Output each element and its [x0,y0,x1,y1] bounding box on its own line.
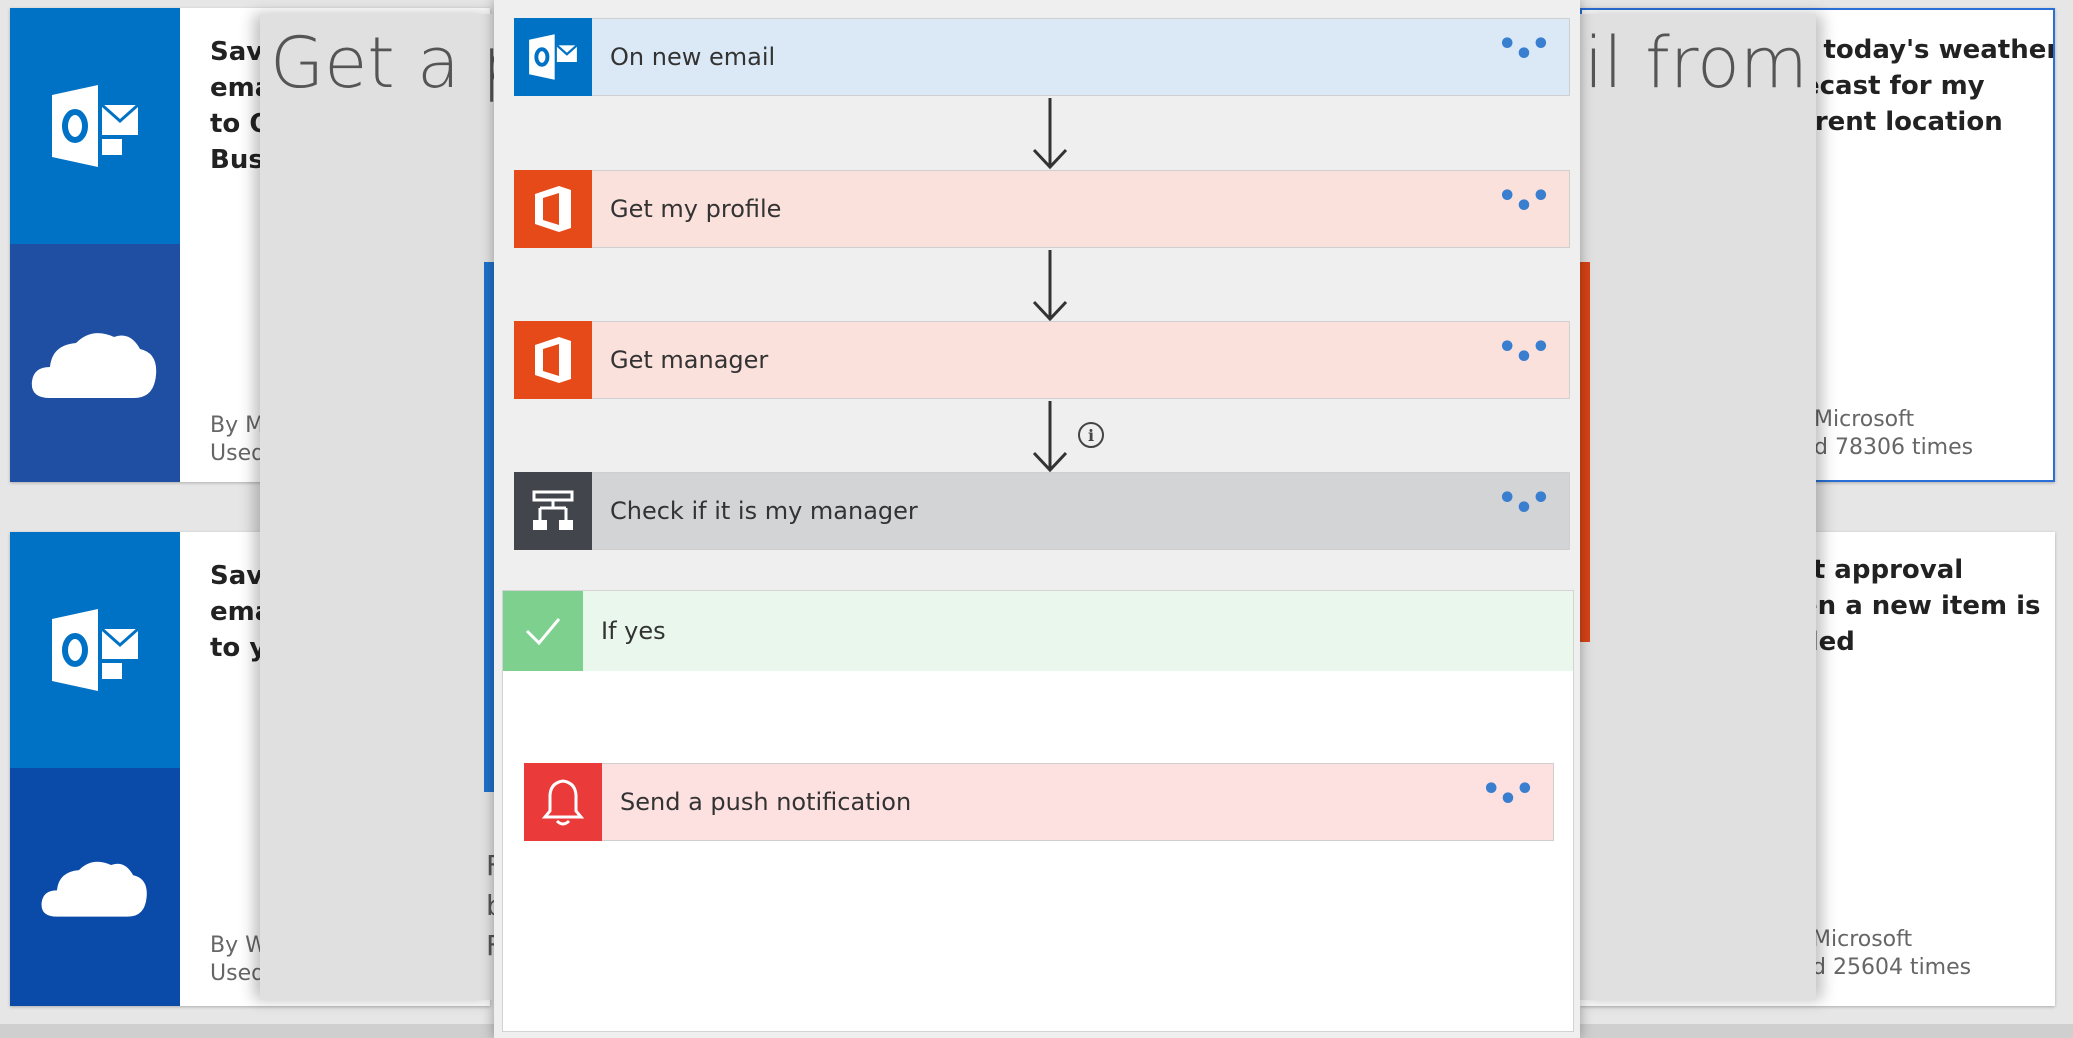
branch-header[interactable]: If yes [503,591,1573,671]
color-strip-orange [1580,262,1590,642]
card-author: By M [210,413,265,438]
onedrive-icon [31,333,157,398]
flow-step-send-push-notification[interactable]: Send a push notification • • • [524,762,1554,841]
onedrive-tile [10,244,180,482]
arrow-down-icon [1032,401,1068,473]
flow-step-on-new-email[interactable]: On new email • • • [514,17,1570,96]
office-icon [514,320,592,399]
color-strip-blue [484,262,494,792]
flow-step-get-manager[interactable]: Get manager • • • [514,320,1570,399]
office-icon [514,169,592,248]
outlook-tile [10,532,180,768]
card-usage: Used [210,961,266,986]
onedrive-tile [10,768,180,1006]
template-dialog-right [1580,14,1816,1000]
step-label: Send a push notification [620,788,912,816]
condition-branch-yes: If yes Send a push notification • • • [502,590,1574,1032]
flow-step-get-my-profile[interactable]: Get my profile • • • [514,169,1570,248]
more-options-button[interactable]: • • • [1495,182,1555,226]
more-options-button[interactable]: • • • [1495,333,1555,377]
card-author: By W [210,933,267,958]
card-title: t today's weather ecast for my rrent loc… [1802,35,2055,137]
card-author: Microsoft [1812,927,1913,952]
card-usage: Used [210,441,266,466]
outlook-icon [52,609,139,691]
condition-icon [514,471,592,550]
bell-icon [524,762,602,841]
card-title: rt approval en a new item is ded [1800,555,2041,657]
check-icon [503,591,583,671]
more-options-button[interactable]: • • • [1479,775,1539,819]
card-author: Microsoft [1814,407,1915,432]
outlook-icon [52,85,139,167]
step-label: Get my profile [610,195,782,223]
onedrive-icon [41,861,147,917]
card-usage: d 78306 times [1814,435,1974,460]
card-usage: d 25604 times [1812,955,1972,980]
outlook-icon [514,17,592,96]
info-icon[interactable]: i [1078,422,1104,448]
branch-label: If yes [601,617,666,645]
step-label: On new email [610,43,776,71]
step-label: Get manager [610,346,769,374]
arrow-down-icon [1032,250,1068,322]
flow-step-check-manager[interactable]: Check if it is my manager • • • [514,471,1570,550]
flow-preview-panel: On new email • • • Get my profile • • • … [494,0,1580,1038]
arrow-down-icon [1032,98,1068,170]
dialog-heading-right: ail from [1580,22,1808,104]
outlook-tile [10,8,180,244]
more-options-button[interactable]: • • • [1495,30,1555,74]
step-label: Check if it is my manager [610,497,918,525]
template-dialog-left [260,14,494,1000]
more-options-button[interactable]: • • • [1495,484,1555,528]
